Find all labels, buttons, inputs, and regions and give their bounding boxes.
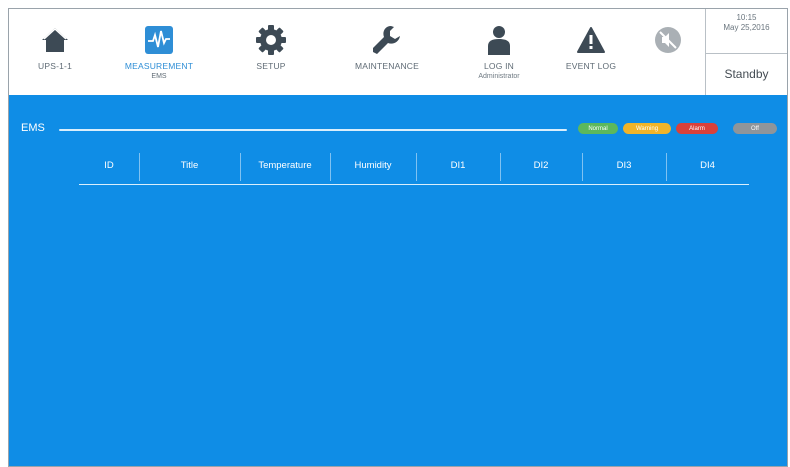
- status-label: Standby: [724, 67, 769, 81]
- legend-off: Off: [733, 123, 777, 134]
- nav-maintenance-label: MAINTENANCE: [354, 61, 420, 71]
- legend-alarm: Alarm: [676, 123, 718, 134]
- ems-panel: EMS Normal Warning Alarm Off ID Title Te…: [9, 95, 787, 466]
- warning-icon: [576, 23, 606, 57]
- column-header-di1: DI1: [450, 159, 466, 171]
- gear-icon: [255, 23, 287, 57]
- nav-event-log-label: EVENT LOG: [565, 61, 617, 71]
- nav-maintenance[interactable]: MAINTENANCE: [339, 9, 435, 95]
- table-header-underline: [79, 184, 749, 185]
- section-title: EMS: [21, 122, 45, 134]
- column-header-di2: DI2: [533, 159, 549, 171]
- top-navigation-bar: UPS-1-1 MEASUREMENT EMS SETUP MAINTENANC…: [9, 9, 787, 95]
- user-icon: [485, 23, 513, 57]
- nav-login[interactable]: LOG IN Administrator: [459, 9, 539, 95]
- clock-date: May 25,2016: [723, 23, 770, 32]
- wrench-icon: [371, 23, 403, 57]
- nav-login-label: LOG IN: [483, 61, 514, 71]
- nav-measurement[interactable]: MEASUREMENT EMS: [107, 9, 211, 95]
- column-header-title: Title: [180, 159, 199, 171]
- mute-icon: [653, 23, 683, 57]
- column-header-temperature: Temperature: [258, 159, 312, 171]
- measurement-icon: [144, 23, 174, 57]
- legend-warning: Warning: [623, 123, 671, 134]
- nav-login-user: Administrator: [478, 73, 520, 80]
- nav-ups-label: UPS-1-1: [38, 61, 72, 71]
- column-header-di3: DI3: [616, 159, 632, 171]
- section-title-line: [59, 129, 567, 131]
- mute-button[interactable]: [643, 9, 693, 95]
- nav-setup[interactable]: SETUP: [235, 9, 307, 95]
- home-icon: [40, 23, 70, 57]
- nav-setup-label: SETUP: [256, 61, 286, 71]
- clock-time: 10:15: [736, 13, 757, 22]
- app-window: UPS-1-1 MEASUREMENT EMS SETUP MAINTENANC…: [8, 8, 788, 467]
- clock: 10:15 May 25,2016: [706, 13, 787, 33]
- ems-table: ID Title Temperature Humidity DI1 DI2 DI…: [79, 147, 749, 191]
- nav-event-log[interactable]: EVENT LOG: [553, 9, 629, 95]
- nav-measurement-sub: EMS: [151, 73, 167, 80]
- nav-ups[interactable]: UPS-1-1: [23, 9, 87, 95]
- legend-normal: Normal: [578, 123, 618, 134]
- nav-measurement-label: MEASUREMENT: [124, 61, 194, 71]
- column-header-id: ID: [104, 159, 114, 171]
- column-header-di4: DI4: [700, 159, 715, 171]
- column-header-humidity: Humidity: [354, 159, 392, 171]
